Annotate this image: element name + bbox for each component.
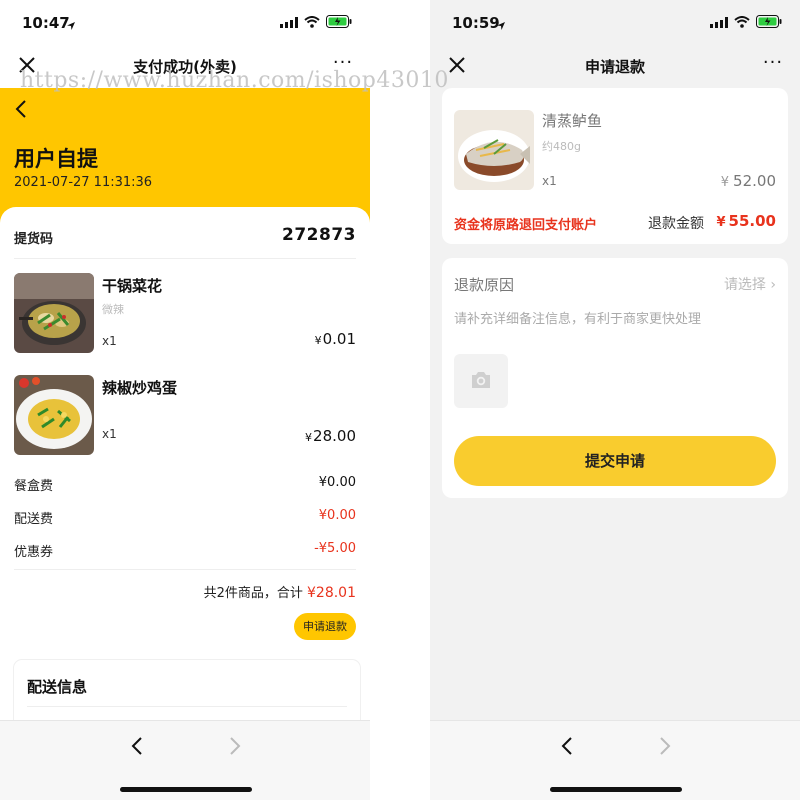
remark-input[interactable]: 请补充详细备注信息，有利于商家更快处理 — [454, 308, 701, 327]
product-price: ¥52.00 — [721, 172, 776, 190]
order-time: 2021-07-27 11:31:36 — [14, 175, 153, 190]
list-item: 辣椒炒鸡蛋 x1 ¥28.00 — [14, 375, 356, 455]
location-arrow-icon — [496, 16, 506, 35]
product-image — [454, 110, 534, 190]
pickup-label: 提货码 — [14, 232, 54, 247]
dish-quantity: x1 — [102, 427, 117, 441]
refund-amount-value: 55.00 — [728, 212, 776, 230]
product-quantity: x1 — [542, 174, 557, 188]
dish-price: ¥0.01 — [315, 330, 356, 348]
pickup-code: 272873 — [282, 225, 356, 245]
delivery-info-title: 配送信息 — [27, 678, 88, 696]
fee-row-delivery: 配送费 ¥0.00 — [14, 508, 356, 528]
back-icon[interactable] — [128, 735, 148, 757]
order-card: 提货码 272873 干锅菜花 微辣 x1 ¥0.01 辣椒炒鸡蛋 x1 ¥28… — [0, 207, 370, 727]
refund-reason-select[interactable]: 请选择 › — [724, 274, 776, 294]
dish-price-value: 28.00 — [313, 427, 356, 445]
fee-value: ¥0.00 — [318, 508, 356, 523]
battery-icon — [756, 13, 782, 32]
refund-reason-label: 退款原因 — [454, 276, 515, 294]
back-icon[interactable] — [558, 735, 578, 757]
wifi-icon — [734, 13, 750, 32]
browser-toolbar — [430, 720, 800, 800]
submit-refund-button[interactable]: 提交申请 — [454, 436, 776, 486]
currency-symbol: ¥ — [720, 175, 730, 190]
status-time: 10:47 — [22, 14, 70, 32]
dish-quantity: x1 — [102, 334, 117, 348]
status-bar: 10:47 — [0, 0, 370, 44]
divider — [14, 569, 356, 570]
pickup-row: 提货码 272873 — [14, 219, 356, 259]
delivery-mode-title: 用户自提 — [14, 147, 98, 171]
apply-refund-button[interactable]: 申请退款 — [294, 613, 356, 640]
dish-price-value: 0.01 — [322, 330, 356, 348]
camera-icon — [472, 372, 490, 388]
dish-name: 辣椒炒鸡蛋 — [102, 379, 178, 397]
refund-amount-label: 退款金额 — [648, 216, 704, 232]
refund-note: 资金将原路退回支付账户 — [454, 218, 598, 233]
refund-product-card: 清蒸鲈鱼 约480g x1 ¥52.00 资金将原路退回支付账户 退款金额 ¥5… — [442, 88, 788, 244]
home-indicator — [120, 787, 252, 792]
list-item: 干锅菜花 微辣 x1 ¥0.01 — [14, 273, 356, 353]
fee-label: 优惠券 — [14, 545, 54, 560]
nav-bar: 支付成功(外卖) ··· — [0, 44, 370, 88]
dish-spec: 微辣 — [102, 303, 124, 316]
product-spec: 约480g — [542, 140, 581, 153]
back-icon[interactable] — [12, 98, 32, 122]
refund-amount: ¥55.00 — [717, 212, 777, 230]
fee-row-coupon: 优惠券 -¥5.00 — [14, 541, 356, 561]
divider — [27, 706, 347, 707]
refund-reason-card: 退款原因 请选择 › 请补充详细备注信息，有利于商家更快处理 提交申请 — [442, 258, 788, 498]
status-time: 10:59 — [452, 14, 500, 32]
dish-name: 干锅菜花 — [102, 277, 163, 295]
fee-value: ¥0.00 — [318, 475, 356, 490]
browser-toolbar — [0, 720, 370, 800]
fee-row-box: 餐盒费 ¥0.00 — [14, 475, 356, 495]
more-icon[interactable]: ··· — [330, 52, 356, 76]
currency-symbol: ¥ — [716, 215, 726, 230]
more-icon[interactable]: ··· — [760, 52, 786, 76]
order-summary: 共2件商品，合计 ¥28.01 — [204, 582, 356, 601]
currency-symbol: ¥ — [314, 334, 322, 347]
signal-icon — [710, 13, 728, 32]
dish-price: ¥28.00 — [305, 427, 356, 445]
product-name: 清蒸鲈鱼 — [542, 112, 603, 130]
fee-label: 配送费 — [14, 512, 54, 527]
battery-icon — [326, 13, 352, 32]
dish-image — [14, 273, 94, 353]
wifi-icon — [304, 13, 320, 32]
status-bar: 10:59 — [430, 0, 800, 44]
signal-icon — [280, 13, 298, 32]
nav-bar: 申请退款 ··· — [430, 44, 800, 88]
page-title: 支付成功(外卖) — [133, 58, 237, 76]
screenshot-stage: 10:47 支付成功(外卖) ··· 用户自提 2021-07-27 11:31… — [0, 0, 800, 800]
summary-text: 共2件商品，合计 — [203, 586, 303, 601]
product-price-value: 52.00 — [733, 172, 776, 190]
photo-upload-button[interactable] — [454, 354, 508, 408]
summary-amount: ¥28.01 — [307, 585, 356, 601]
fee-label: 餐盒费 — [14, 479, 54, 494]
refund-request-screen: 10:59 申请退款 ··· 清蒸鲈鱼 约480g x1 ¥ 52.00 资金将… — [430, 0, 800, 800]
fee-value: -¥5.00 — [314, 541, 356, 556]
currency-symbol: ¥ — [305, 431, 313, 444]
forward-icon — [224, 735, 244, 757]
home-indicator — [550, 787, 682, 792]
dish-image — [14, 375, 94, 455]
order-success-screen: 10:47 支付成功(外卖) ··· 用户自提 2021-07-27 11:31… — [0, 0, 370, 800]
forward-icon — [654, 735, 674, 757]
location-arrow-icon — [66, 16, 76, 35]
page-title: 申请退款 — [584, 58, 645, 76]
